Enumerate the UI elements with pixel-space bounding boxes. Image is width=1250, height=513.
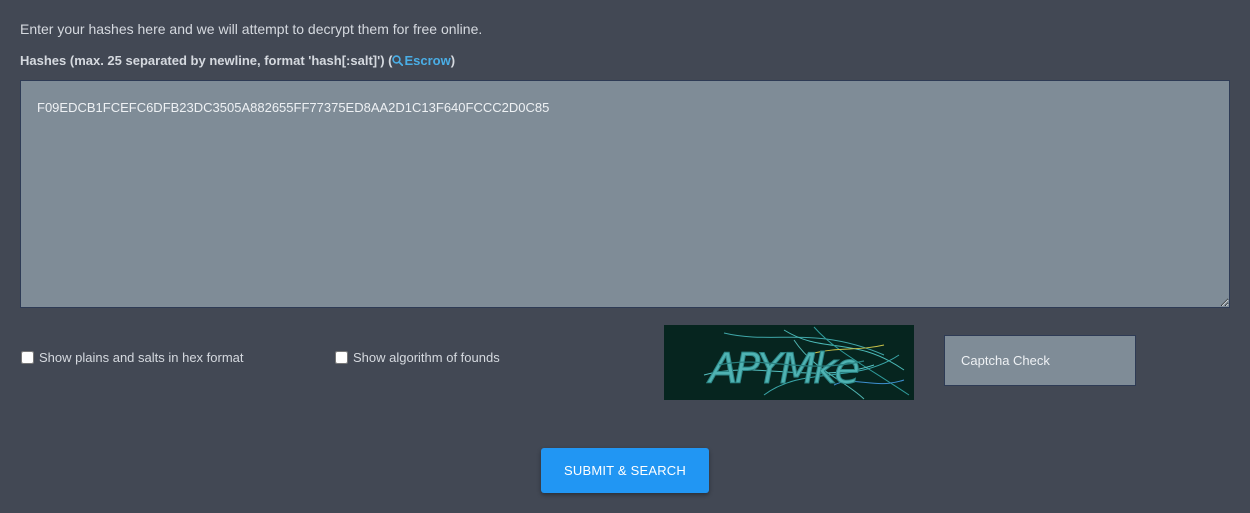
search-icon bbox=[392, 55, 404, 67]
captcha-image: APYMke bbox=[664, 325, 914, 400]
captcha-input[interactable] bbox=[944, 335, 1136, 386]
hashes-label-text: Hashes (max. 25 separated by newline, fo… bbox=[20, 53, 393, 68]
hex-format-checkbox[interactable] bbox=[21, 351, 34, 364]
hex-format-option[interactable]: Show plains and salts in hex format bbox=[21, 350, 244, 365]
escrow-link[interactable]: Escrow bbox=[392, 53, 451, 68]
hashes-textarea[interactable]: F09EDCB1FCEFC6DFB23DC3505A882655FF77375E… bbox=[20, 80, 1230, 308]
show-algorithm-checkbox[interactable] bbox=[335, 351, 348, 364]
hashes-label: Hashes (max. 25 separated by newline, fo… bbox=[20, 53, 455, 68]
captcha-text: APYMke bbox=[706, 344, 858, 393]
hex-format-label: Show plains and salts in hex format bbox=[39, 350, 244, 365]
submit-search-button[interactable]: SUBMIT & SEARCH bbox=[541, 448, 709, 493]
escrow-link-label: Escrow bbox=[404, 53, 451, 68]
show-algorithm-option[interactable]: Show algorithm of founds bbox=[335, 350, 500, 365]
hashes-label-suffix: ) bbox=[450, 53, 456, 68]
intro-text: Enter your hashes here and we will attem… bbox=[20, 21, 483, 37]
show-algorithm-label: Show algorithm of founds bbox=[353, 350, 500, 365]
